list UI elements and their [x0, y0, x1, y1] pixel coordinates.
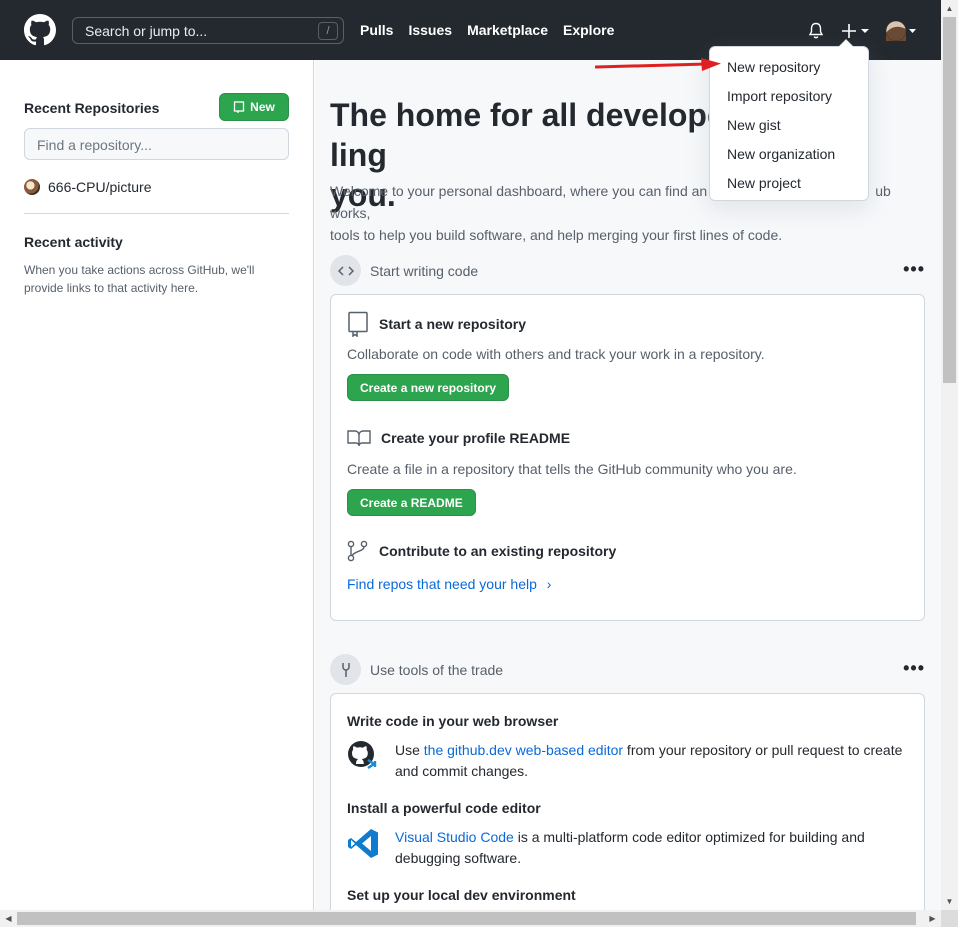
- recent-activity-text: When you take actions across GitHub, we'…: [24, 263, 255, 295]
- vscode-icon: [348, 829, 378, 858]
- repo-list-item[interactable]: 666-CPU/picture: [24, 179, 152, 195]
- code-editor-row: Visual Studio Code is a multi-platform c…: [347, 827, 917, 869]
- vertical-scrollbar[interactable]: ▲ ▼: [941, 0, 958, 912]
- new-repo-row-title: Start a new repository: [347, 311, 526, 337]
- tools-of-the-trade-card: Write code in your web browser Use the g…: [330, 693, 925, 923]
- code-icon: [330, 255, 361, 286]
- scroll-left-arrow-icon[interactable]: ◀: [0, 910, 17, 927]
- repo-name[interactable]: 666-CPU/picture: [48, 179, 152, 195]
- readme-title: Create your profile README: [381, 430, 571, 446]
- create-readme-button[interactable]: Create a README: [347, 489, 476, 516]
- nav-issues[interactable]: Issues: [408, 22, 452, 38]
- code-editor-description: Visual Studio Code is a multi-platform c…: [395, 827, 917, 869]
- create-new-dropdown-menu: New repository Import repository New gis…: [709, 39, 869, 201]
- start-writing-code-card: Start a new repository Collaborate on co…: [330, 294, 925, 621]
- menu-item-new-organization[interactable]: New organization: [727, 146, 835, 162]
- section-label: Start writing code: [370, 262, 479, 279]
- kebab-menu-icon[interactable]: •••: [903, 658, 925, 679]
- search-shortcut-key: /: [318, 22, 338, 40]
- book-open-icon: [347, 430, 371, 447]
- contribute-row-title: Contribute to an existing repository: [347, 540, 616, 562]
- section-label: Use tools of the trade: [370, 661, 504, 678]
- search-placeholder: Search or jump to...: [85, 23, 208, 39]
- new-button-label: New: [250, 100, 275, 114]
- start-writing-code-header: Start writing code: [330, 255, 478, 286]
- horizontal-scrollbar[interactable]: ◀ ▶: [0, 910, 941, 927]
- primary-nav: Pulls Issues Marketplace Explore: [360, 22, 614, 38]
- web-browser-text-pre: Use: [395, 742, 424, 758]
- github-dev-link[interactable]: the github.dev web-based editor: [424, 742, 623, 758]
- nav-marketplace[interactable]: Marketplace: [467, 22, 548, 38]
- user-avatar-menu[interactable]: [886, 21, 918, 41]
- find-repository-placeholder: Find a repository...: [37, 137, 152, 153]
- contribute-title: Contribute to an existing repository: [379, 543, 617, 559]
- find-repos-link[interactable]: Find repos that need your help ›: [347, 576, 551, 592]
- repo-book-icon: [348, 311, 368, 337]
- search-input[interactable]: Search or jump to... /: [72, 17, 344, 44]
- left-sidebar: Recent Repositories New Find a repositor…: [0, 60, 314, 912]
- notifications-bell-icon[interactable]: [808, 22, 824, 40]
- find-repository-input[interactable]: Find a repository...: [24, 128, 289, 160]
- scroll-up-arrow-icon[interactable]: ▲: [941, 0, 958, 17]
- create-new-repository-button[interactable]: Create a new repository: [347, 374, 510, 401]
- new-repo-title: Start a new repository: [379, 316, 527, 332]
- tools-icon: [330, 654, 361, 685]
- hero-subtitle-line1-start: Welcome to your personal dashboard, wher…: [330, 183, 708, 199]
- menu-item-new-project[interactable]: New project: [727, 175, 801, 191]
- recent-activity-title: Recent activity: [24, 234, 123, 250]
- nav-pulls[interactable]: Pulls: [360, 22, 393, 38]
- visual-studio-code-link[interactable]: Visual Studio Code: [395, 829, 514, 845]
- find-repos-link-label: Find repos that need your help: [347, 576, 537, 592]
- web-browser-title: Write code in your web browser: [347, 713, 559, 729]
- github-dev-icon: [348, 741, 377, 769]
- web-browser-description: Use the github.dev web-based editor from…: [395, 740, 917, 782]
- vertical-scroll-thumb[interactable]: [943, 17, 956, 383]
- readme-row-title: Create your profile README: [347, 429, 570, 447]
- create-new-plus-icon[interactable]: [841, 22, 871, 40]
- scroll-down-arrow-icon[interactable]: ▼: [941, 893, 958, 910]
- local-dev-title: Set up your local dev environment: [347, 887, 576, 903]
- hero-title-line1-start: The home for all develope: [330, 97, 725, 133]
- menu-item-new-gist[interactable]: New gist: [727, 117, 781, 133]
- horizontal-scroll-thumb[interactable]: [17, 912, 916, 925]
- kebab-menu-icon[interactable]: •••: [903, 259, 925, 280]
- git-fork-icon: [347, 540, 368, 562]
- repo-icon: [234, 101, 245, 113]
- nav-explore[interactable]: Explore: [563, 22, 614, 38]
- annotation-arrow-icon: [595, 58, 721, 71]
- scrollbar-corner: [941, 910, 958, 927]
- hero-title-line1-end: ling: [330, 137, 387, 173]
- repo-owner-avatar: [24, 179, 40, 195]
- scroll-right-arrow-icon[interactable]: ▶: [924, 910, 941, 927]
- menu-item-import-repository[interactable]: Import repository: [727, 88, 832, 104]
- tools-of-the-trade-header: Use tools of the trade: [330, 654, 503, 685]
- readme-description: Create a file in a repository that tells…: [347, 461, 797, 477]
- divider: [24, 213, 289, 214]
- recent-repositories-title: Recent Repositories: [24, 100, 160, 116]
- chevron-right-icon: ›: [546, 576, 552, 592]
- new-repo-button[interactable]: New: [219, 93, 289, 121]
- web-browser-row: Use the github.dev web-based editor from…: [347, 740, 917, 782]
- code-editor-title: Install a powerful code editor: [347, 800, 541, 816]
- hero-subtitle-line2: tools to help you build software, and he…: [330, 227, 783, 243]
- github-logo-icon[interactable]: [24, 14, 56, 46]
- menu-item-new-repository[interactable]: New repository: [727, 59, 820, 75]
- new-repo-description: Collaborate on code with others and trac…: [347, 346, 765, 362]
